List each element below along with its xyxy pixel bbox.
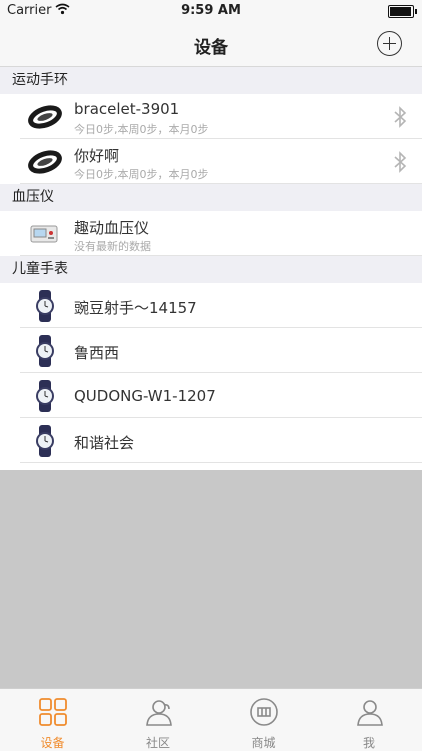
bluetooth-icon[interactable] xyxy=(390,105,410,129)
device-status: 今日0步,本周0步，本月0步 xyxy=(74,168,209,181)
row-divider xyxy=(20,183,422,184)
status-bar: Carrier 9:59 AM xyxy=(0,0,422,22)
bluetooth-icon[interactable] xyxy=(390,150,410,174)
blood-pressure-monitor-icon xyxy=(28,217,62,251)
watch-icon xyxy=(28,289,62,323)
battery-icon xyxy=(388,5,417,18)
section-header: 运动手环 xyxy=(0,67,422,94)
device-name: 你好啊 xyxy=(74,147,120,165)
tab-community[interactable]: 社区 xyxy=(106,689,211,751)
device-row[interactable]: 鲁西西 xyxy=(0,328,422,373)
navigation-bar: 设备 xyxy=(0,22,422,67)
device-name: 豌豆射手～14157 xyxy=(74,299,197,317)
device-row[interactable]: 趣动血压仪没有最新的数据 xyxy=(0,211,422,256)
clock: 9:59 AM xyxy=(181,3,241,18)
community-icon xyxy=(144,697,174,727)
device-grid-icon xyxy=(38,697,68,727)
device-row[interactable]: 和谐社会 xyxy=(0,418,422,463)
tab-label: 设备 xyxy=(40,736,65,750)
bracelet-icon xyxy=(28,145,62,179)
page-title: 设备 xyxy=(194,38,228,58)
tab-profile[interactable]: 我 xyxy=(317,689,422,751)
tab-label: 我 xyxy=(362,736,375,750)
bracelet-icon xyxy=(28,100,62,134)
section-header: 儿童手表 xyxy=(0,256,422,283)
device-row[interactable]: 你好啊今日0步,本周0步，本月0步 xyxy=(0,139,422,184)
row-divider xyxy=(20,255,422,256)
device-status: 今日0步,本周0步，本月0步 xyxy=(74,123,209,136)
device-name: 鲁西西 xyxy=(74,344,120,362)
profile-icon xyxy=(355,697,385,727)
tab-store[interactable]: 商城 xyxy=(211,689,316,751)
store-icon xyxy=(249,697,279,727)
device-name: 和谐社会 xyxy=(74,434,135,452)
section-header: 血压仪 xyxy=(0,184,422,211)
add-device-button[interactable] xyxy=(377,31,402,56)
empty-area xyxy=(0,470,422,688)
tab-device-grid[interactable]: 设备 xyxy=(0,689,105,751)
tab-label: 社区 xyxy=(145,736,170,750)
device-name: 趣动血压仪 xyxy=(74,219,150,237)
device-status: 没有最新的数据 xyxy=(74,240,151,253)
device-row[interactable]: 豌豆射手～14157 xyxy=(0,283,422,328)
device-row[interactable]: QUDONG-W1-1207 xyxy=(0,373,422,418)
watch-icon xyxy=(28,334,62,368)
device-name: bracelet-3901 xyxy=(74,100,180,118)
tab-label: 商城 xyxy=(251,736,276,750)
row-divider xyxy=(20,462,422,463)
tab-bar: 设备 社区 商城 我 xyxy=(0,688,422,751)
device-list: 运动手环 bracelet-3901 今日0步,本周0步，本月0步 你好啊 今日0步,本… xyxy=(0,67,422,463)
device-row[interactable]: bracelet-3901 今日0步,本周0步，本月0步 xyxy=(0,94,422,139)
watch-icon xyxy=(28,379,62,413)
watch-icon xyxy=(28,424,62,458)
device-name: QUDONG-W1-1207 xyxy=(74,387,216,405)
